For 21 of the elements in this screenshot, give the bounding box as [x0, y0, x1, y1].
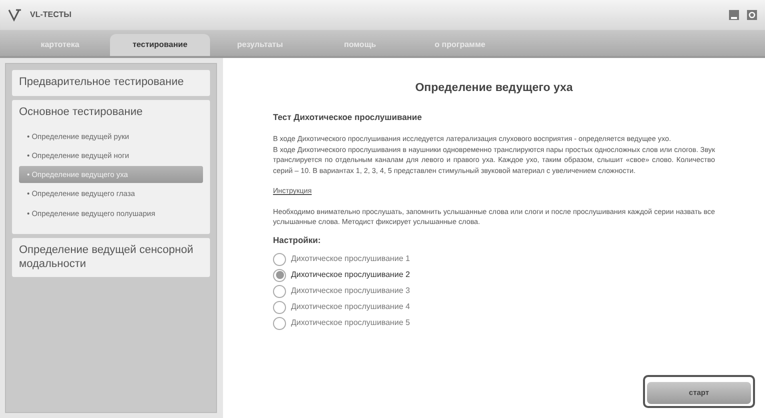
- radio-button[interactable]: [273, 284, 286, 298]
- test-title: Тест Дихотическое прослушивание: [273, 111, 423, 124]
- radio-button[interactable]: [273, 252, 286, 266]
- radio-option[interactable]: Дихотическое прослушивание 5: [273, 316, 410, 330]
- section-title[interactable]: Основное тестирование: [19, 106, 203, 120]
- radio-button[interactable]: [273, 300, 286, 314]
- settings-title: Настройки:: [273, 234, 322, 247]
- radio-button[interactable]: [273, 316, 286, 330]
- radio-option[interactable]: Дихотическое прослушивание 1: [273, 252, 410, 266]
- minimize-button[interactable]: [729, 10, 739, 20]
- radio-option[interactable]: Дихотическое прослушивание 4: [273, 300, 410, 314]
- section-title[interactable]: Определение ведущей сенсорной модальности: [19, 244, 203, 272]
- logo-icon: [8, 8, 22, 22]
- page-title: Определение ведущего уха: [414, 81, 574, 96]
- window-title: VL-ТЕСТЫ: [30, 9, 72, 21]
- radio-option[interactable]: Дихотическое прослушивание 3: [273, 284, 410, 298]
- section-title[interactable]: Предварительное тестирование: [19, 76, 203, 90]
- settings-button[interactable]: [747, 10, 757, 20]
- radio-button[interactable]: [273, 268, 286, 282]
- radio-option[interactable]: Дихотическое прослушивание 2: [273, 268, 410, 282]
- tab[interactable]: тестирование: [110, 34, 210, 56]
